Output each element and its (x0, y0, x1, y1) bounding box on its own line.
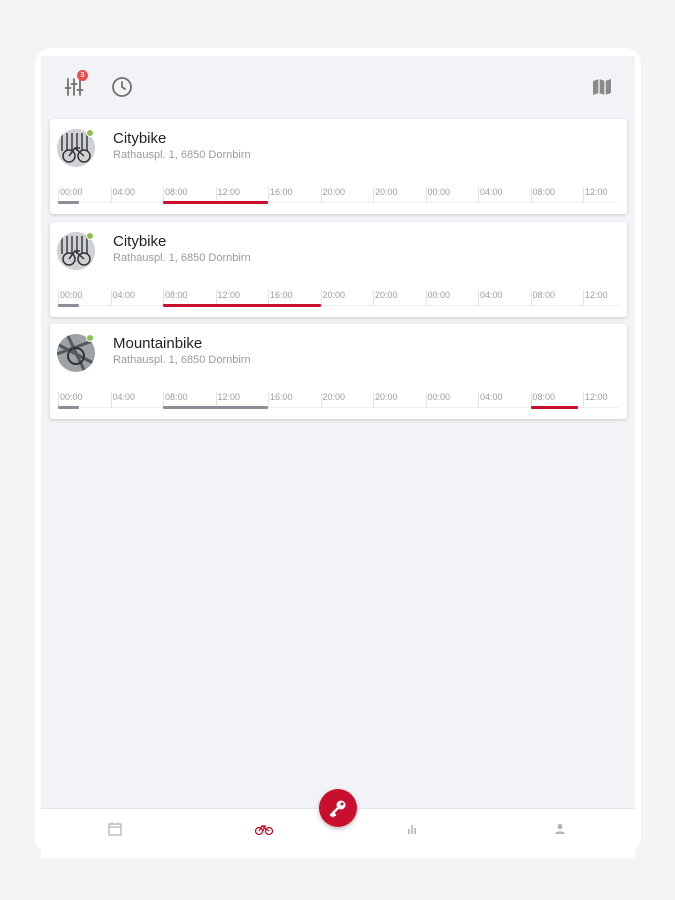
profile-icon[interactable] (552, 821, 568, 837)
booking-segment[interactable] (530, 406, 578, 409)
timeline-tick-label: 04:00 (110, 392, 135, 408)
timeline-tick-label: 20:00 (373, 187, 398, 203)
timeline-tick-label: 04:00 (110, 187, 135, 203)
timeline-tick-label: 04:00 (478, 392, 503, 408)
timeline-tick-label: 00:00 (425, 290, 450, 306)
top-toolbar: 3 (41, 56, 635, 114)
timeline-tick-label: 20:00 (373, 392, 398, 408)
booking-segment[interactable] (163, 201, 268, 204)
booking-timeline[interactable]: 00:00 04:00 08:00 12:00 16:00 20:00 20:00 00:00… (58, 290, 619, 310)
booking-segment[interactable] (163, 304, 321, 307)
map-icon[interactable] (590, 75, 614, 99)
timeline-tick-label: 00:00 (425, 187, 450, 203)
bike-name: Citybike (113, 130, 167, 147)
booking-timeline[interactable]: 00:00 04:00 08:00 12:00 16:00 20:00 20:00 00:00… (58, 187, 619, 207)
timeline-tick-label: 08:00 (530, 290, 555, 306)
bike-address: Rathauspl. 1, 6850 Dornbirn (113, 149, 251, 161)
bike-name: Mountainbike (113, 335, 203, 352)
calendar-icon[interactable] (107, 821, 123, 837)
bike-card[interactable]: Citybike Rathauspl. 1, 6850 Dornbirn 00:… (50, 222, 627, 317)
unlock-key-button[interactable] (319, 789, 357, 827)
bike-address: Rathauspl. 1, 6850 Dornbirn (113, 354, 251, 366)
timeline-tick-label: 08:00 (530, 187, 555, 203)
booking-timeline[interactable]: 00:00 04:00 08:00 12:00 16:00 20:00 20:00 00:00… (58, 392, 619, 412)
filter-count-badge: 3 (77, 70, 88, 81)
timeline-tick-label: 00:00 (425, 392, 450, 408)
availability-dot (86, 129, 94, 137)
timeline-tick-label: 20:00 (320, 392, 345, 408)
timeline-tick-label: 12:00 (583, 392, 608, 408)
timeline-tick-label: 16:00 (268, 392, 293, 408)
timeline-tick-label: 04:00 (478, 187, 503, 203)
booking-segment[interactable] (58, 201, 79, 204)
timeline-tick-label: 12:00 (583, 187, 608, 203)
bike-name: Citybike (113, 233, 167, 250)
app-screen: 3 Citybike Rathauspl. 1, 6850 Dornbirn 0… (41, 56, 635, 858)
bike-address: Rathauspl. 1, 6850 Dornbirn (113, 252, 251, 264)
clock-icon[interactable] (110, 75, 134, 99)
bike-card[interactable]: Citybike Rathauspl. 1, 6850 Dornbirn 00:… (50, 119, 627, 214)
booking-segment[interactable] (163, 406, 268, 409)
availability-dot (86, 232, 94, 240)
timeline-tick-label: 04:00 (478, 290, 503, 306)
timeline-tick-label: 12:00 (583, 290, 608, 306)
timeline-tick-label: 16:00 (268, 187, 293, 203)
timeline-tick-label: 04:00 (110, 290, 135, 306)
availability-dot (86, 334, 94, 342)
booking-segment[interactable] (58, 406, 79, 409)
stats-icon[interactable] (404, 821, 420, 837)
bike-card[interactable]: Mountainbike Rathauspl. 1, 6850 Dornbirn… (50, 324, 627, 419)
timeline-tick-label: 20:00 (373, 290, 398, 306)
bike-icon[interactable] (254, 821, 274, 837)
timeline-tick-label: 20:00 (320, 290, 345, 306)
timeline-tick-label: 20:00 (320, 187, 345, 203)
booking-segment[interactable] (58, 304, 79, 307)
key-icon (329, 800, 346, 818)
